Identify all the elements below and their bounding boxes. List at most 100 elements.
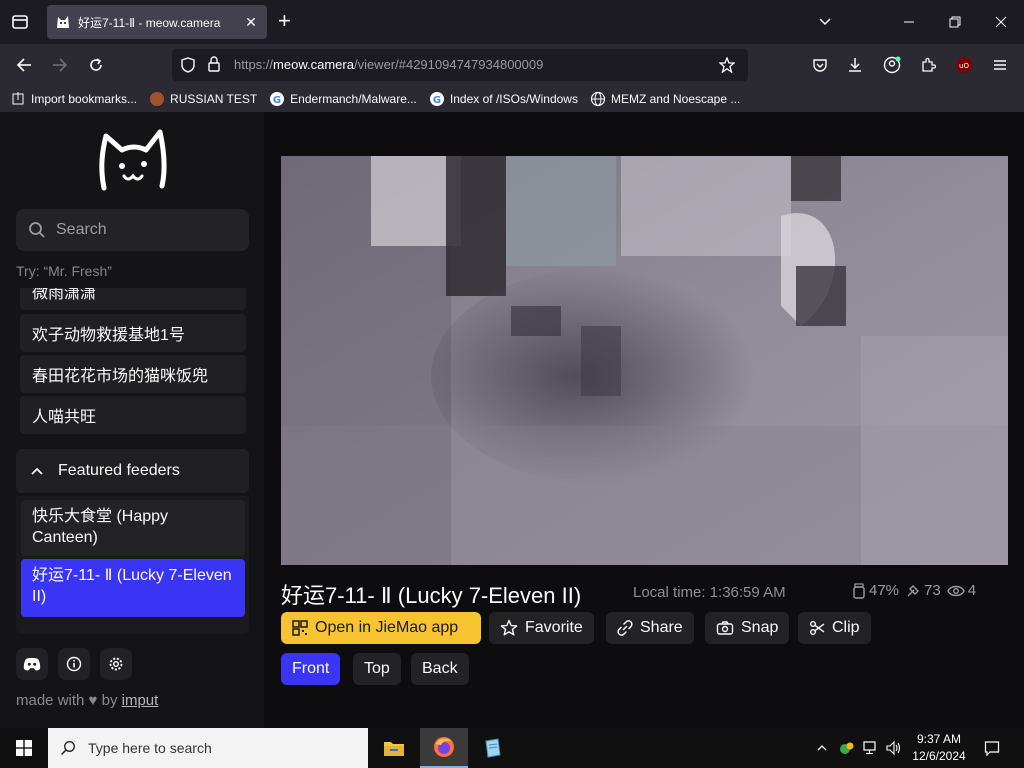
svg-text:G: G xyxy=(433,95,441,106)
downloads-icon[interactable] xyxy=(843,53,867,77)
feed-scoop-icon xyxy=(907,584,920,596)
discord-button[interactable] xyxy=(16,648,48,680)
bookmark-russian-test[interactable]: RUSSIAN TEST xyxy=(149,91,257,107)
chevron-up-icon xyxy=(31,467,43,475)
start-button[interactable] xyxy=(0,728,48,768)
pocket-icon[interactable] xyxy=(808,53,832,77)
link-icon xyxy=(617,620,633,636)
bookmark-import[interactable]: Import bookmarks... xyxy=(10,91,137,107)
camera-back-button[interactable]: Back xyxy=(411,653,469,685)
network-icon[interactable] xyxy=(860,728,882,768)
url-text: https://meow.camera/viewer/#429109474793… xyxy=(234,57,544,72)
minimize-button[interactable] xyxy=(886,0,932,44)
forward-arrow-icon[interactable] xyxy=(48,53,72,77)
food-level: 47% xyxy=(869,582,900,599)
featured-feeder-item[interactable]: 快乐大食堂 (Happy Canteen) xyxy=(21,500,245,556)
clock-time: 9:37 AM xyxy=(916,732,962,746)
favorite-button[interactable]: Favorite xyxy=(489,612,594,644)
feeder-item[interactable]: 微雨潇潇 xyxy=(20,288,246,310)
google-icon: G xyxy=(270,92,285,106)
featured-feeders-toggle[interactable]: Featured feeders xyxy=(16,449,249,493)
featured-feeders-list: 快乐大食堂 (Happy Canteen) 好运7-11- Ⅱ (Lucky 7… xyxy=(16,496,249,634)
chevron-up-icon[interactable] xyxy=(812,728,832,768)
bookmark-memz[interactable]: MEMZ and Noescape ... xyxy=(590,91,740,107)
browser-tab-bar: 好运7-11-Ⅱ - meow.camera ✕ + xyxy=(0,0,1024,44)
stream-title: 好运7-11- Ⅱ (Lucky 7-Eleven II) xyxy=(281,583,582,608)
bookmarks-toolbar: Import bookmarks... RUSSIAN TEST G Ender… xyxy=(0,86,1024,112)
taskbar-search-box[interactable]: Type here to search xyxy=(48,728,368,768)
info-button[interactable] xyxy=(58,648,90,680)
search-icon xyxy=(29,222,45,238)
camera-top-button[interactable]: Top xyxy=(353,653,401,685)
bookmark-star-icon[interactable] xyxy=(719,57,735,73)
camera-icon xyxy=(716,621,734,635)
eye-icon xyxy=(946,585,965,596)
snap-button[interactable]: Snap xyxy=(705,612,790,644)
page-content: Search Try: “Mr. Fresh” 微雨潇潇 欢子动物救援基地1号 … xyxy=(0,112,1024,728)
menu-icon[interactable] xyxy=(988,53,1012,77)
qr-code-icon xyxy=(292,620,308,636)
firefox-taskbar-icon[interactable] xyxy=(420,728,468,768)
stream-stats: 47% 73 4 xyxy=(852,582,982,599)
feeder-item[interactable]: 人喵共旺 xyxy=(20,396,246,434)
scissors-icon xyxy=(810,621,825,635)
video-frame-image xyxy=(281,156,1008,565)
windows-taskbar: Type here to search 9:37 AM 12/6/2024 xyxy=(0,728,1024,768)
back-arrow-icon[interactable] xyxy=(12,53,36,77)
windows-logo-icon xyxy=(16,740,32,756)
list-all-tabs-chevron-icon[interactable] xyxy=(802,0,848,44)
tab-list-icon xyxy=(12,15,28,29)
share-button[interactable]: Share xyxy=(606,612,694,644)
account-icon[interactable] xyxy=(880,53,904,77)
taskbar-search-placeholder: Type here to search xyxy=(88,740,212,756)
viewer-count: 4 xyxy=(967,582,977,599)
camera-video-feed[interactable] xyxy=(281,156,1008,565)
featured-feeder-item-selected[interactable]: 好运7-11- Ⅱ (Lucky 7-Eleven II) xyxy=(21,559,245,617)
imput-link[interactable]: imput xyxy=(122,692,159,709)
search-input[interactable]: Search xyxy=(16,209,249,251)
ublock-origin-icon[interactable]: uO xyxy=(952,53,976,77)
search-hint: Try: “Mr. Fresh” xyxy=(16,263,112,279)
camera-front-button[interactable]: Front xyxy=(281,653,341,685)
notifications-icon[interactable] xyxy=(980,728,1004,768)
reload-icon[interactable] xyxy=(84,53,108,77)
heart-icon: ♥ xyxy=(88,692,98,709)
open-in-jiemao-app-button[interactable]: Open in JieMao app xyxy=(281,612,481,644)
new-tab-button[interactable]: + xyxy=(278,10,291,32)
close-tab-icon[interactable]: ✕ xyxy=(243,14,259,31)
feeder-list[interactable]: 微雨潇潇 欢子动物救援基地1号 春田花花市场的猫咪饭兜 人喵共旺 xyxy=(16,288,249,436)
tray-app-icon[interactable] xyxy=(836,728,858,768)
url-bar[interactable]: https://meow.camera/viewer/#429109474793… xyxy=(172,49,748,81)
tab-list-button[interactable] xyxy=(0,0,40,44)
feed-count: 73 xyxy=(924,582,941,599)
import-icon xyxy=(12,92,24,105)
bookmark-endermanch[interactable]: G Endermanch/Malware... xyxy=(269,91,417,107)
notepad-taskbar-icon[interactable] xyxy=(468,728,516,768)
food-jar-icon xyxy=(853,582,865,599)
google-icon: G xyxy=(429,92,444,106)
local-time: Local time: 1:36:59 AM xyxy=(633,584,786,601)
clock-date: 12/6/2024 xyxy=(912,749,966,763)
active-tab[interactable]: 好运7-11-Ⅱ - meow.camera ✕ xyxy=(47,5,267,39)
info-icon xyxy=(66,656,82,672)
search-icon xyxy=(60,741,75,756)
made-with-credit: made with ♥ by imput xyxy=(16,692,159,709)
close-window-button[interactable] xyxy=(978,0,1024,44)
restore-button[interactable] xyxy=(932,0,978,44)
featured-feeders-label: Featured feeders xyxy=(58,462,180,479)
shield-icon[interactable] xyxy=(180,57,196,73)
taskbar-clock[interactable]: 9:37 AM 12/6/2024 xyxy=(905,731,973,765)
svg-text:uO: uO xyxy=(959,62,969,70)
gear-icon xyxy=(109,657,123,671)
clip-button[interactable]: Clip xyxy=(798,612,871,644)
meow-camera-logo-icon[interactable] xyxy=(98,128,168,192)
settings-button[interactable] xyxy=(100,648,132,680)
file-explorer-icon[interactable] xyxy=(370,728,418,768)
extensions-icon[interactable] xyxy=(916,53,940,77)
lock-icon[interactable] xyxy=(207,56,221,72)
feeder-item[interactable]: 春田花花市场的猫咪饭兜 xyxy=(20,355,246,393)
bookmark-isos[interactable]: G Index of /ISOs/Windows xyxy=(429,91,578,107)
volume-icon[interactable] xyxy=(884,728,904,768)
sidebar: Search Try: “Mr. Fresh” 微雨潇潇 欢子动物救援基地1号 … xyxy=(0,112,264,728)
feeder-item[interactable]: 欢子动物救援基地1号 xyxy=(20,314,246,352)
